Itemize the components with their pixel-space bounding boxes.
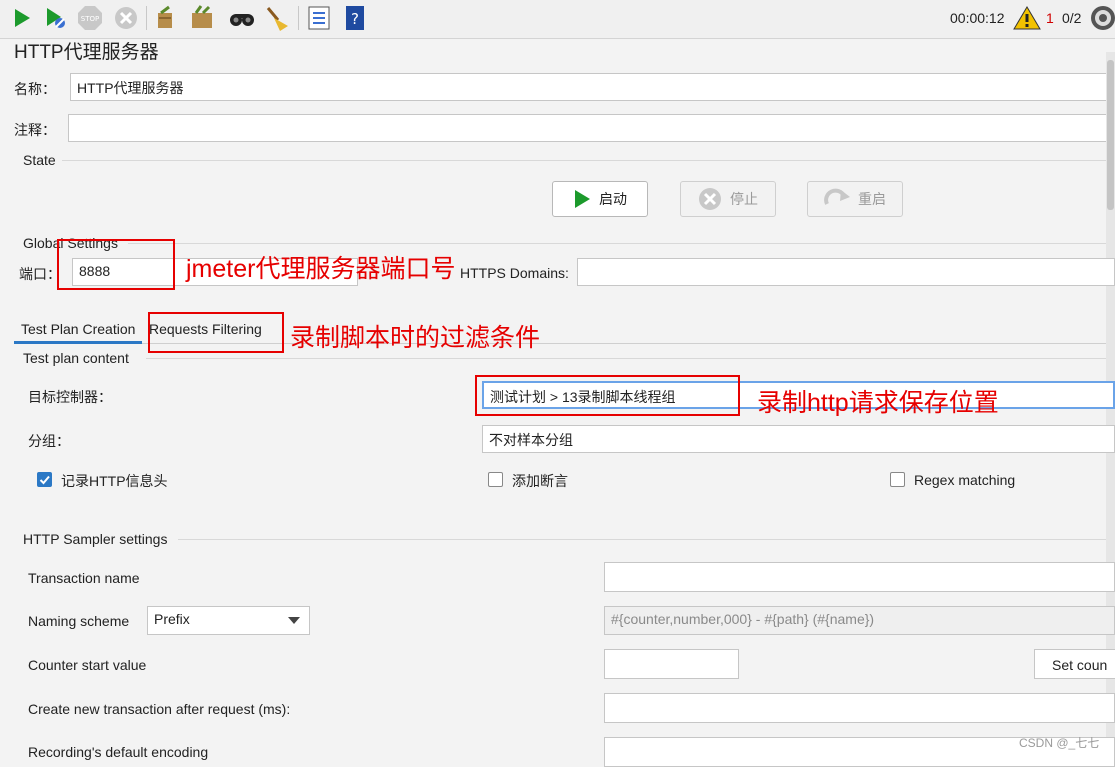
state-group-border — [62, 160, 1106, 161]
page-title: HTTP代理服务器 — [14, 42, 159, 63]
comment-field[interactable] — [68, 114, 1115, 142]
test-plan-content-title: Test plan content — [23, 350, 129, 366]
svg-text:STOP: STOP — [81, 15, 99, 23]
start-button-label: 启动 — [599, 191, 627, 207]
restart-button[interactable]: 重启 — [807, 181, 903, 217]
transaction-name-label: Transaction name — [28, 570, 140, 586]
shutdown-icon[interactable] — [112, 4, 140, 32]
add-assertions-label: 添加断言 — [512, 473, 568, 489]
watermark: CSDN @_七七 — [1019, 736, 1100, 750]
set-counter-label: Set coun — [1052, 657, 1108, 673]
save-annotation-text: 录制http请求保存位置 — [757, 389, 999, 417]
svg-text:?: ? — [351, 10, 359, 28]
add-assertions-checkbox[interactable] — [488, 472, 503, 487]
naming-format-field[interactable]: #{counter,number,000} - #{path} (#{name}… — [604, 606, 1115, 635]
comment-label: 注释： — [14, 122, 56, 138]
toolbar-separator — [298, 6, 299, 30]
thread-count: 0/2 — [1062, 10, 1082, 26]
clear-icon[interactable] — [152, 4, 180, 32]
warning-icon[interactable] — [1013, 5, 1041, 34]
new-transaction-field[interactable] — [604, 693, 1115, 723]
restart-button-label: 重启 — [858, 191, 886, 207]
regex-matching-checkbox[interactable] — [890, 472, 905, 487]
port-annotation-text: jmeter代理服务器端口号 — [186, 255, 456, 283]
checkmark-icon — [39, 475, 50, 485]
elapsed-timer: 00:00:12 — [950, 10, 1005, 26]
sampler-settings-title: HTTP Sampler settings — [23, 531, 168, 547]
warning-count: 1 — [1046, 10, 1054, 26]
start-no-pause-icon[interactable] — [42, 4, 70, 32]
https-domains-label: HTTPS Domains: — [460, 265, 569, 281]
function-helper-icon[interactable] — [305, 4, 333, 32]
clear-all-icon[interactable] — [188, 4, 216, 32]
https-domains-field[interactable] — [577, 258, 1115, 286]
play-icon — [575, 190, 590, 208]
naming-scheme-select[interactable]: Prefix — [147, 606, 310, 635]
global-settings-title: Global Settings — [23, 235, 118, 251]
tab-label: Requests Filtering — [149, 321, 262, 337]
remote-status-icon[interactable] — [1090, 5, 1115, 34]
naming-scheme-value: Prefix — [154, 611, 190, 627]
stop-button-label: 停止 — [730, 191, 758, 207]
counter-start-label: Counter start value — [28, 657, 147, 673]
tab-requests-filtering[interactable]: Requests Filtering — [149, 316, 262, 349]
reset-search-icon[interactable] — [264, 4, 292, 32]
tab-label: Test Plan Creation — [21, 321, 136, 337]
global-group-border — [128, 243, 1106, 244]
record-headers-label: 记录HTTP信息头 — [61, 473, 168, 489]
filter-annotation-text: 录制脚本时的过滤条件 — [290, 324, 541, 352]
restart-icon — [824, 188, 850, 205]
new-transaction-label: Create new transaction after request (ms… — [28, 701, 291, 717]
regex-matching-label: Regex matching — [914, 472, 1016, 488]
grouping-label: 分组： — [28, 433, 70, 449]
toolbar: STOP ? 00:00:12 1 0/2 — [0, 0, 1115, 39]
scrollbar-thumb[interactable] — [1107, 60, 1114, 210]
target-controller-label: 目标控制器： — [28, 389, 112, 405]
name-label: 名称： — [14, 81, 56, 97]
stop-circle-icon — [699, 188, 721, 210]
chevron-down-icon — [288, 617, 300, 624]
start-icon[interactable] — [8, 4, 36, 32]
help-icon[interactable]: ? — [341, 4, 369, 32]
record-headers-checkbox[interactable] — [37, 472, 52, 487]
search-icon[interactable] — [228, 4, 256, 32]
state-title: State — [23, 152, 56, 168]
set-counter-button[interactable]: Set coun — [1034, 649, 1115, 679]
tab-test-plan-creation[interactable]: Test Plan Creation — [14, 316, 142, 344]
grouping-select[interactable]: 不对样本分组 — [482, 425, 1115, 453]
naming-scheme-label: Naming scheme — [28, 613, 130, 629]
start-button[interactable]: 启动 — [552, 181, 648, 217]
transaction-name-field[interactable] — [604, 562, 1115, 592]
plan-group-border — [146, 358, 1106, 359]
sampler-group-border — [178, 539, 1106, 540]
counter-start-field[interactable] — [604, 649, 739, 679]
stop-button[interactable]: 停止 — [680, 181, 776, 217]
port-label: 端口： — [19, 266, 61, 282]
toolbar-separator — [146, 6, 147, 30]
stop-icon[interactable]: STOP — [76, 4, 104, 32]
name-field[interactable]: HTTP代理服务器 — [70, 73, 1115, 101]
default-encoding-label: Recording's default encoding — [28, 744, 209, 760]
